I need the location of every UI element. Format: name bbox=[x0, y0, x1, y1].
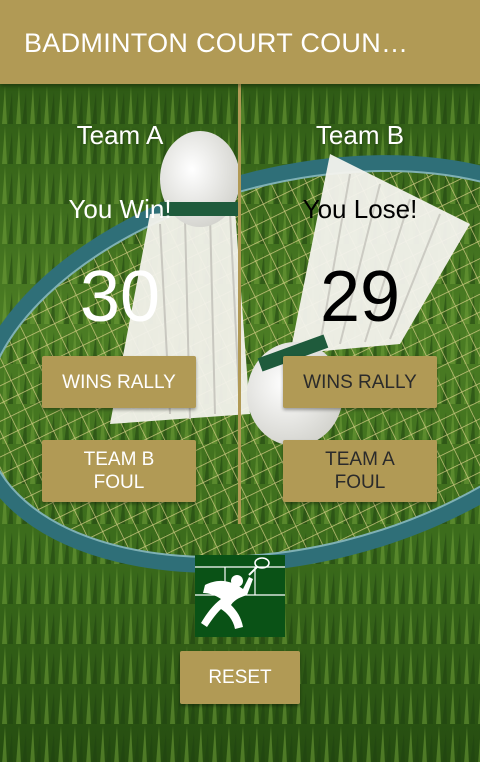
team-a-status: You Win! bbox=[68, 194, 172, 224]
team-a-wins-rally-button[interactable]: WINS RALLY bbox=[42, 356, 196, 408]
team-b-name: Team B bbox=[315, 120, 405, 150]
app-title: BADMINTON COURT COUN… bbox=[24, 28, 409, 58]
team-a-panel: Team A You Win! 30 WINS RALLY TEAM B FOU… bbox=[0, 84, 240, 524]
team-a-foul-button[interactable]: TEAM A FOUL bbox=[283, 440, 437, 502]
team-a-name: Team A bbox=[76, 120, 164, 150]
team-b-status: You Lose! bbox=[302, 194, 418, 224]
reset-button[interactable]: RESET bbox=[180, 651, 300, 704]
team-b-wins-rally-button[interactable]: WINS RALLY bbox=[283, 356, 437, 408]
team-a-score: 30 bbox=[79, 257, 161, 337]
team-b-score: 29 bbox=[319, 257, 401, 337]
app-bar: BADMINTON COURT COUN… bbox=[0, 0, 480, 84]
team-b-panel: Team B You Lose! 29 WINS RALLY TEAM A FO… bbox=[240, 84, 480, 524]
badminton-player-icon bbox=[195, 555, 285, 637]
team-b-foul-button[interactable]: TEAM B FOUL bbox=[42, 440, 196, 502]
